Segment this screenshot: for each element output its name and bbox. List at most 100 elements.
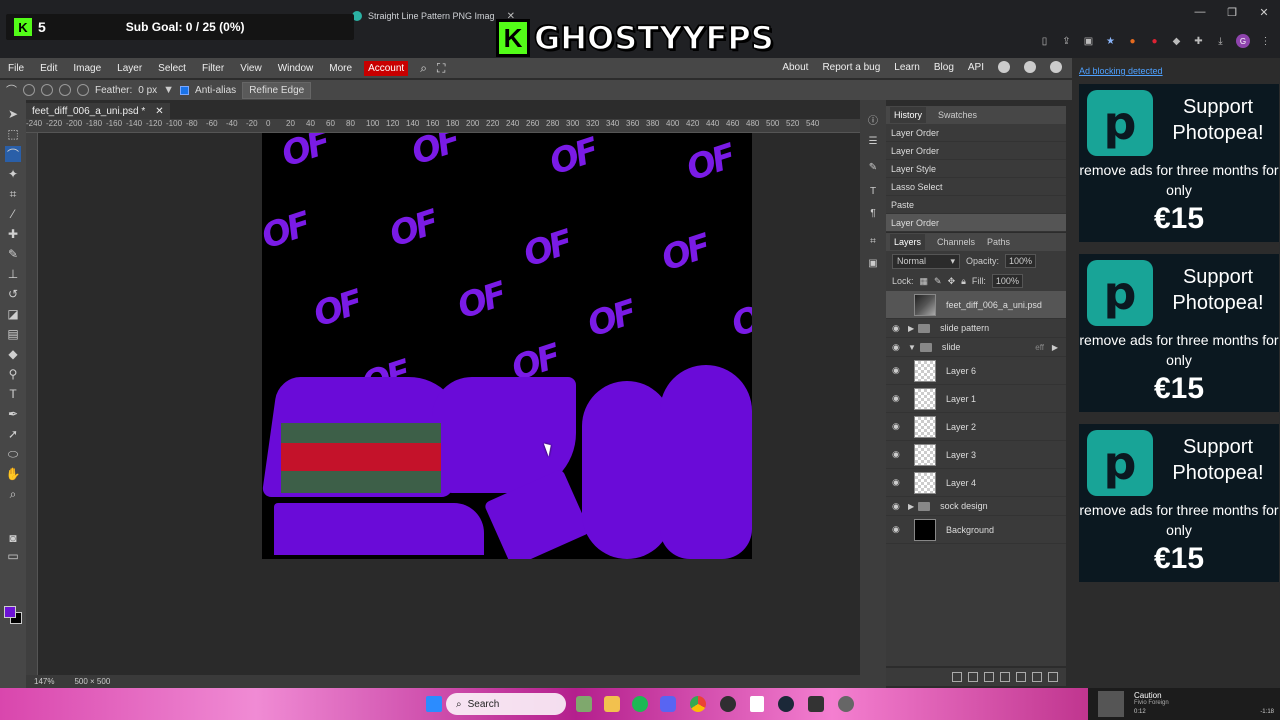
twitter-icon[interactable] — [1024, 61, 1036, 73]
visibility-eye-icon[interactable]: ◉ — [892, 323, 904, 334]
layer-row[interactable]: ◉ Layer 6 — [886, 357, 1066, 385]
healing-tool-icon[interactable]: ✚ — [5, 226, 21, 242]
history-item[interactable]: Layer Order — [886, 214, 1066, 232]
brush-tool-icon[interactable]: ✎ — [5, 246, 21, 262]
layer-row[interactable]: feet_diff_006_a_uni.psd — [886, 291, 1066, 319]
close-window-button[interactable]: ✕ — [1248, 6, 1280, 19]
visibility-eye-icon[interactable]: ◉ — [892, 449, 904, 460]
lasso-tool-icon[interactable]: ⌒ — [5, 146, 21, 162]
quick-mask-icon[interactable]: ◙ — [5, 530, 21, 546]
layer-row[interactable]: ◉ Layer 1 — [886, 385, 1066, 413]
tab-swatches[interactable]: Swatches — [938, 110, 977, 120]
pen-tool-icon[interactable]: ✒ — [5, 406, 21, 422]
layer-mask-icon[interactable] — [1000, 672, 1010, 682]
brush-panel-icon[interactable]: ✎ — [866, 160, 880, 174]
maximize-button[interactable]: ❐ — [1216, 6, 1248, 19]
history-item[interactable]: Paste — [886, 196, 1066, 214]
visibility-eye-icon[interactable]: ◉ — [892, 477, 904, 488]
account-button[interactable]: Account — [364, 60, 409, 76]
feather-dropdown-icon[interactable]: ▼ — [163, 84, 174, 96]
selection-subtract-icon[interactable] — [59, 84, 71, 96]
menu-window[interactable]: Window — [270, 63, 322, 74]
share-icon[interactable]: ⇪ — [1060, 35, 1073, 48]
opacity-input[interactable]: 100% — [1005, 254, 1037, 268]
paragraph-panel-icon[interactable]: ¶ — [866, 206, 880, 220]
hand-tool-icon[interactable]: ✋ — [5, 466, 21, 482]
path-select-tool-icon[interactable]: ➚ — [5, 426, 21, 442]
visibility-eye-icon[interactable]: ◉ — [892, 501, 904, 512]
discord-icon[interactable] — [660, 696, 676, 712]
minimize-button[interactable]: — — [1184, 6, 1216, 19]
selection-new-icon[interactable] — [23, 84, 35, 96]
facebook-icon[interactable] — [1050, 61, 1062, 73]
refine-edge-button[interactable]: Refine Edge — [242, 81, 312, 99]
profile-avatar[interactable]: G — [1236, 34, 1250, 48]
visibility-eye-icon[interactable]: ◉ — [892, 342, 904, 353]
layer-row[interactable]: ◉ Background — [886, 516, 1066, 544]
file-explorer-icon[interactable] — [604, 696, 620, 712]
layer-effects-badge[interactable]: eff — [1035, 343, 1044, 352]
settings-gear-icon[interactable] — [838, 696, 854, 712]
bookmark-star-icon[interactable]: ★ — [1104, 35, 1117, 48]
blur-tool-icon[interactable]: ◆ — [5, 346, 21, 362]
visibility-eye-icon[interactable]: ◉ — [892, 393, 904, 404]
obs-icon[interactable] — [720, 696, 736, 712]
blend-mode-select[interactable]: Normal ▾ — [892, 253, 960, 269]
selection-intersect-icon[interactable] — [77, 84, 89, 96]
document-app-icon[interactable] — [750, 696, 764, 712]
history-brush-tool-icon[interactable]: ↺ — [5, 286, 21, 302]
feather-input[interactable]: 0 px — [138, 85, 157, 96]
layer-group-row[interactable]: ◉ ▶ sock design — [886, 497, 1066, 516]
link-learn[interactable]: Learn — [894, 62, 920, 73]
delete-layer-icon[interactable] — [1048, 672, 1058, 682]
lock-position-icon[interactable]: ✥ — [948, 276, 956, 287]
visibility-eye-icon[interactable]: ◉ — [892, 365, 904, 376]
menu-image[interactable]: Image — [65, 63, 109, 74]
chevron-right-icon[interactable]: ▶ — [1052, 343, 1058, 352]
document-close-icon[interactable]: ✕ — [155, 106, 163, 117]
history-item[interactable]: Layer Order — [886, 142, 1066, 160]
extension-fox-icon[interactable]: ● — [1126, 35, 1139, 48]
taskbar-search[interactable]: ⌕ Search — [446, 693, 566, 715]
new-layer-icon[interactable] — [1032, 672, 1042, 682]
menu-edit[interactable]: Edit — [32, 63, 65, 74]
fill-input[interactable]: 100% — [991, 274, 1023, 288]
document-canvas[interactable]: OFOFOFOFOFOFOFOFOFOFOFOFOFOF — [262, 133, 752, 559]
menu-view[interactable]: View — [232, 63, 270, 74]
chevron-right-icon[interactable]: ▶ — [908, 502, 914, 511]
magic-wand-tool-icon[interactable]: ✦ — [5, 166, 21, 182]
fullscreen-icon[interactable]: ⛶ — [437, 61, 445, 76]
character-panel-icon[interactable]: T — [866, 184, 880, 198]
image-panel-icon[interactable]: ▣ — [866, 256, 880, 270]
tab-channels[interactable]: Channels — [937, 237, 975, 247]
start-button[interactable] — [426, 696, 442, 712]
visibility-eye-icon[interactable]: ◉ — [892, 524, 904, 535]
taskbar-app-icon[interactable] — [576, 696, 592, 712]
type-tool-icon[interactable]: T — [5, 386, 21, 402]
menu-layer[interactable]: Layer — [109, 63, 150, 74]
lock-all-icon[interactable]: 🔒︎ — [961, 276, 966, 287]
selection-add-icon[interactable] — [41, 84, 53, 96]
marquee-tool-icon[interactable]: ⬚ — [5, 126, 21, 142]
screenshot-icon[interactable]: ▣ — [1082, 35, 1095, 48]
media-widget[interactable]: Caution Fivio Foreign 0:12 -1:18 — [1088, 688, 1280, 720]
notes-app-icon[interactable] — [808, 696, 824, 712]
link-report-bug[interactable]: Report a bug — [822, 62, 880, 73]
foreground-color-swatch[interactable] — [4, 606, 16, 618]
spotify-icon[interactable] — [632, 696, 648, 712]
extension-diamond-icon[interactable]: ◆ — [1170, 35, 1183, 48]
zoom-level[interactable]: 147% — [34, 677, 54, 686]
visibility-eye-icon[interactable]: ◉ — [892, 421, 904, 432]
antialias-checkbox[interactable] — [180, 85, 190, 95]
properties-panel-icon[interactable]: ☰ — [866, 134, 880, 148]
reddit-icon[interactable] — [998, 61, 1010, 73]
chrome-icon[interactable] — [690, 696, 706, 712]
browser-tab[interactable]: Straight Line Pattern PNG Imag ✕ — [352, 6, 515, 26]
chevron-down-icon[interactable]: ▼ — [908, 343, 916, 352]
eyedropper-tool-icon[interactable]: ⁄ — [5, 206, 21, 222]
menu-select[interactable]: Select — [150, 63, 194, 74]
ad-blocking-link[interactable]: Ad blocking detected — [1072, 58, 1280, 76]
reading-list-icon[interactable]: ▯ — [1038, 35, 1051, 48]
screen-mode-icon[interactable]: ▭ — [5, 548, 21, 564]
photopea-ad[interactable]: p Support Photopea! remove ads for three… — [1079, 254, 1279, 412]
